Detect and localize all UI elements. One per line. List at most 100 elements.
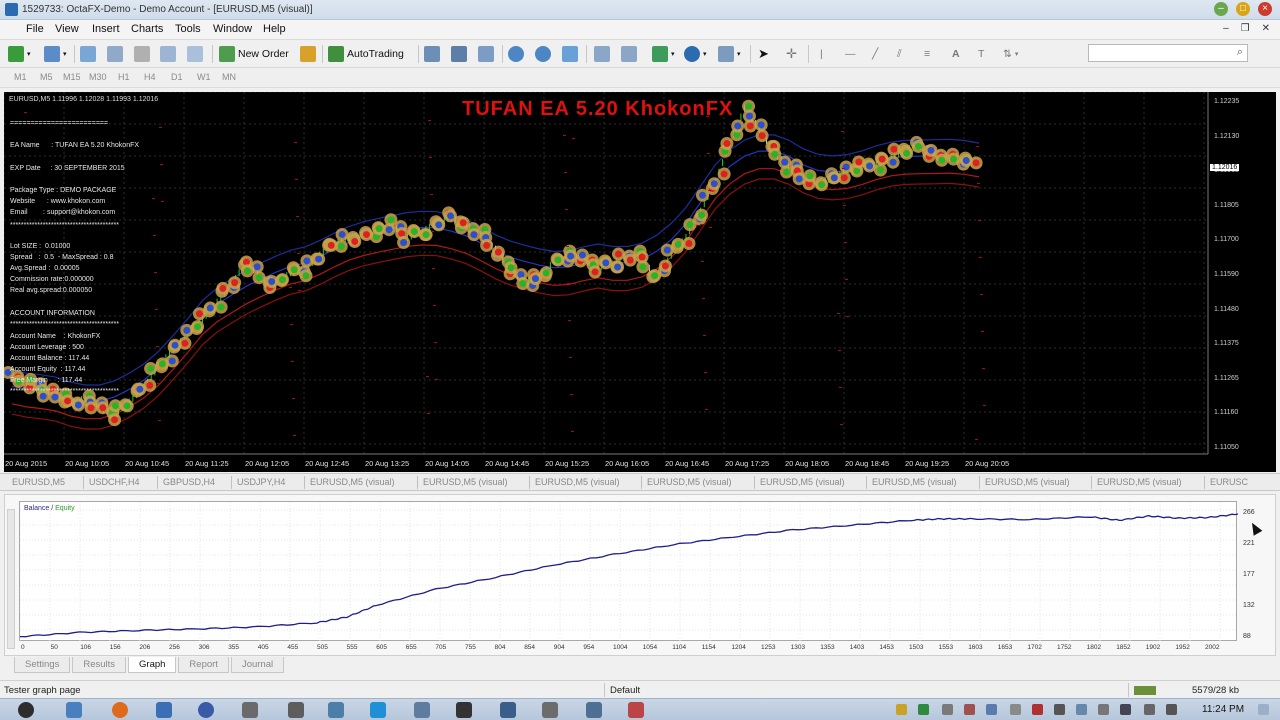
taskbar-app-icon[interactable] <box>542 702 558 718</box>
show-desktop-icon[interactable] <box>1258 704 1269 715</box>
bar-chart-button[interactable] <box>424 45 440 63</box>
arrows-button[interactable]: ⇅ ▾ <box>1003 45 1018 63</box>
chart-tab[interactable]: EURUSD,M5 (visual) <box>1097 477 1182 487</box>
vertical-line-button[interactable]: | <box>820 45 823 63</box>
tray-icon[interactable] <box>1054 704 1065 715</box>
search-input[interactable]: ⌕ <box>1088 44 1248 62</box>
taskbar-app-icon[interactable] <box>500 702 516 718</box>
tray-icon[interactable] <box>964 704 975 715</box>
tab-settings[interactable]: Settings <box>14 657 71 673</box>
crosshair-button[interactable]: ✛ <box>786 45 797 63</box>
chart-shift-button[interactable] <box>594 45 610 63</box>
tf-mn[interactable]: MN <box>222 72 236 82</box>
channel-button[interactable]: ⫽ <box>897 45 902 63</box>
menu-insert[interactable]: Insert <box>92 23 120 35</box>
taskbar-browser-icon[interactable] <box>112 702 128 718</box>
tab-journal[interactable]: Journal <box>230 657 285 673</box>
zoom-out-button[interactable] <box>535 45 551 63</box>
taskbar-app-icon[interactable] <box>198 702 214 718</box>
tf-m15[interactable]: M15 <box>63 72 81 82</box>
tester-button[interactable] <box>187 45 203 63</box>
start-icon[interactable] <box>18 702 34 718</box>
chart-tab[interactable]: USDCHF,H4 <box>89 477 140 487</box>
new-order-button[interactable]: New Order <box>219 45 289 63</box>
mdi-close-icon[interactable]: ✕ <box>1262 23 1270 34</box>
tray-icon[interactable] <box>986 704 997 715</box>
chart-tab[interactable]: EURUSC <box>1210 477 1248 487</box>
tab-report[interactable]: Report <box>178 657 229 673</box>
chart-tab[interactable]: EURUSD,M5 (visual) <box>423 477 508 487</box>
periods-button[interactable]: ▾ <box>684 45 707 63</box>
tray-icon[interactable] <box>918 704 929 715</box>
tray-icon[interactable] <box>1076 704 1087 715</box>
tf-m1[interactable]: M1 <box>14 72 27 82</box>
tf-w1[interactable]: W1 <box>197 72 211 82</box>
chart-tab[interactable]: EURUSD,M5 (visual) <box>647 477 732 487</box>
tester-side-handle[interactable] <box>7 509 15 649</box>
zoom-in-button[interactable] <box>508 45 524 63</box>
taskbar-app-icon[interactable] <box>414 702 430 718</box>
tf-h1[interactable]: H1 <box>118 72 130 82</box>
price-chart[interactable]: EURUSD,M5 1.11996 1.12028 1.11993 1.1201… <box>4 92 1276 472</box>
tray-icon[interactable] <box>1032 704 1043 715</box>
tf-m5[interactable]: M5 <box>40 72 53 82</box>
text-label-button[interactable]: T <box>978 45 984 63</box>
navigator-button[interactable] <box>107 45 123 63</box>
mdi-minimize-icon[interactable]: – <box>1223 23 1229 34</box>
menu-help[interactable]: Help <box>263 23 286 35</box>
chart-tab[interactable]: EURUSD,M5 (visual) <box>872 477 957 487</box>
metaeditor-button[interactable] <box>300 45 316 63</box>
taskbar-app-icon[interactable] <box>156 702 172 718</box>
tile-windows-button[interactable] <box>562 45 578 63</box>
terminal-button[interactable] <box>160 45 176 63</box>
chart-tab[interactable]: EURUSD,M5 (visual) <box>760 477 845 487</box>
fibonacci-button[interactable]: ≡ <box>924 45 930 63</box>
tf-m30[interactable]: M30 <box>89 72 107 82</box>
chart-tab[interactable]: EURUSD,M5 <box>12 477 65 487</box>
menu-file[interactable]: File <box>26 23 44 35</box>
autotrading-button[interactable]: AutoTrading <box>328 45 404 63</box>
volume-icon[interactable] <box>1166 704 1177 715</box>
candlestick-button[interactable] <box>451 45 467 63</box>
trendline-button[interactable]: ╱ <box>872 45 878 63</box>
cursor-tool-button[interactable]: ➤ <box>758 45 769 63</box>
maximize-icon[interactable]: □ <box>1236 2 1250 16</box>
tray-icon[interactable] <box>942 704 953 715</box>
chart-tab[interactable]: USDJPY,H4 <box>237 477 285 487</box>
indicators-button[interactable]: ▾ <box>652 45 675 63</box>
tf-h4[interactable]: H4 <box>144 72 156 82</box>
text-tool-button[interactable]: A <box>952 45 960 63</box>
taskbar-app-icon[interactable] <box>628 702 644 718</box>
chart-tab[interactable]: EURUSD,M5 (visual) <box>310 477 395 487</box>
tray-icon[interactable] <box>1120 704 1131 715</box>
templates-button[interactable]: ▾ <box>718 45 741 63</box>
menu-window[interactable]: Window <box>213 23 252 35</box>
line-chart-button[interactable] <box>478 45 494 63</box>
tray-icon[interactable] <box>1098 704 1109 715</box>
chart-tab[interactable]: EURUSD,M5 (visual) <box>535 477 620 487</box>
taskbar-app-icon[interactable] <box>66 702 82 718</box>
tray-icon[interactable] <box>1010 704 1021 715</box>
taskbar-app-icon[interactable] <box>456 702 472 718</box>
chart-tab[interactable]: EURUSD,M5 (visual) <box>985 477 1070 487</box>
taskbar-app-icon[interactable] <box>242 702 258 718</box>
network-icon[interactable] <box>1144 704 1155 715</box>
taskbar-app-icon[interactable] <box>586 702 602 718</box>
tab-graph[interactable]: Graph <box>128 657 177 673</box>
horizontal-line-button[interactable]: — <box>845 45 856 63</box>
tab-results[interactable]: Results <box>72 657 127 673</box>
profiles-button[interactable]: ▾ <box>44 45 67 63</box>
search-icon[interactable]: ⌕ <box>1237 46 1243 59</box>
data-window-button[interactable] <box>134 45 150 63</box>
chart-tab[interactable]: GBPUSD,H4 <box>163 477 215 487</box>
menu-view[interactable]: View <box>55 23 79 35</box>
tf-d1[interactable]: D1 <box>171 72 183 82</box>
new-chart-button[interactable]: ▾ <box>8 45 31 63</box>
market-watch-button[interactable] <box>80 45 96 63</box>
menu-tools[interactable]: Tools <box>175 23 201 35</box>
taskbar-app-icon[interactable] <box>328 702 344 718</box>
close-icon[interactable]: × <box>1258 2 1272 16</box>
menu-charts[interactable]: Charts <box>131 23 163 35</box>
taskbar-skype-icon[interactable] <box>370 702 386 718</box>
mdi-restore-icon[interactable]: ❐ <box>1241 23 1250 34</box>
